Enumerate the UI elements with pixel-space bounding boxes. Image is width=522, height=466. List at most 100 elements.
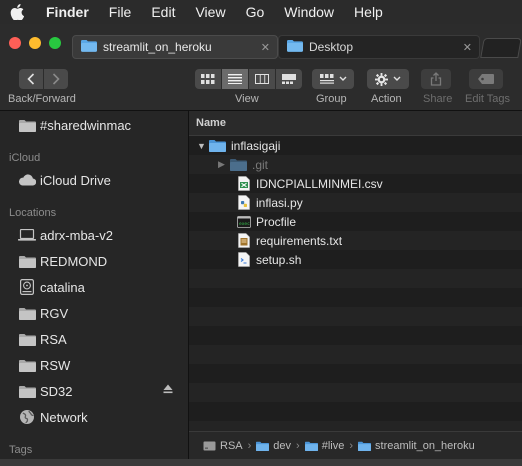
group-button[interactable]: [312, 69, 354, 89]
path-bar: RSA › dev › #live › streamlit_on_heroku: [189, 431, 522, 460]
menu-finder[interactable]: Finder: [46, 4, 89, 20]
sidebar-item-label: REDMOND: [40, 253, 108, 269]
new-tab-button[interactable]: [480, 38, 522, 58]
folder-icon: [358, 441, 372, 451]
path-segment-label: dev: [273, 440, 292, 452]
edit-tags-button[interactable]: [469, 69, 503, 89]
empty-row: [189, 307, 522, 326]
group-label: Group: [316, 93, 347, 105]
sidebar-item-network[interactable]: Network: [18, 407, 88, 427]
hard-drive-icon: [18, 279, 36, 295]
empty-row: [189, 421, 522, 431]
grid-icon: [201, 74, 215, 84]
sidebar-item-redmond[interactable]: REDMOND: [18, 251, 107, 271]
close-tab-icon[interactable]: ✕: [463, 41, 472, 54]
list-item[interactable]: setup.sh: [189, 250, 522, 269]
view-mode-control: [195, 69, 302, 89]
action-label: Action: [371, 93, 402, 105]
menu-file[interactable]: File: [109, 4, 132, 20]
folder-icon: [18, 305, 36, 321]
file-name: Procfile: [256, 214, 297, 229]
sidebar-header-tags: Tags: [9, 444, 33, 456]
share-icon: [430, 72, 442, 86]
sidebar: #sharedwinmac iCloud iCloud Drive Locati…: [0, 111, 189, 466]
column-header-name[interactable]: Name: [189, 111, 522, 136]
sidebar-header-icloud: iCloud: [9, 152, 41, 164]
path-segment-dev[interactable]: dev: [256, 440, 291, 452]
chevron-right-icon: ›: [296, 440, 300, 452]
cloud-icon: [18, 172, 36, 188]
sidebar-item-catalina[interactable]: catalina: [18, 277, 85, 297]
menu-window[interactable]: Window: [284, 4, 334, 20]
drive-icon: [203, 441, 216, 451]
sidebar-item-label: SD32: [40, 383, 73, 399]
menu-bar: Finder File Edit View Go Window Help: [0, 0, 522, 24]
menu-help[interactable]: Help: [354, 4, 383, 20]
list-view-button[interactable]: [222, 69, 249, 89]
path-segment-live[interactable]: #live: [304, 440, 344, 452]
sidebar-item-rsw[interactable]: RSW: [18, 355, 70, 375]
back-forward-label: Back/Forward: [8, 93, 76, 105]
path-segment-label: streamlit_on_heroku: [375, 440, 475, 452]
column-view-button[interactable]: [249, 69, 276, 89]
tab-streamlit-on-heroku[interactable]: streamlit_on_heroku ✕: [72, 35, 278, 59]
sidebar-item-rgv[interactable]: RGV: [18, 303, 68, 323]
sidebar-item-icloud-drive[interactable]: iCloud Drive: [18, 170, 111, 190]
empty-row: [189, 345, 522, 364]
chevron-right-icon: [52, 73, 60, 85]
sidebar-item-label: RSW: [40, 357, 71, 373]
list-item[interactable]: ▶ .git: [189, 155, 522, 174]
column-header-label: Name: [196, 117, 226, 129]
menu-go[interactable]: Go: [246, 4, 265, 20]
apple-menu-icon[interactable]: [10, 4, 28, 20]
folder-icon: [18, 331, 36, 347]
tab-label: Desktop: [309, 40, 354, 54]
folder-icon: [18, 357, 36, 373]
file-name: setup.sh: [256, 252, 302, 267]
chevron-right-icon: ›: [247, 440, 252, 452]
sidebar-item-label: RSA: [40, 331, 67, 347]
close-window-button[interactable]: [9, 37, 21, 49]
disclosure-expanded-icon[interactable]: ▼: [197, 141, 209, 151]
list-item[interactable]: ▼ inflasigaji: [189, 136, 522, 155]
menu-edit[interactable]: Edit: [151, 4, 175, 20]
file-list: Name ▼ inflasigaji ▶ .git IDNCPIALLMINME…: [189, 111, 522, 431]
forward-button[interactable]: [44, 69, 68, 89]
tab-desktop[interactable]: Desktop ✕: [278, 35, 480, 59]
view-label: View: [235, 93, 259, 105]
list-item[interactable]: IDNCPIALLMINMEI.csv: [189, 174, 522, 193]
sidebar-item-sd32[interactable]: SD32: [18, 381, 73, 401]
tag-icon: [478, 74, 494, 84]
path-segment-label: RSA: [220, 440, 243, 452]
minimize-window-button[interactable]: [29, 37, 41, 49]
close-tab-icon[interactable]: ✕: [261, 41, 270, 54]
eject-icon[interactable]: [163, 384, 173, 397]
sidebar-item-label: Network: [40, 409, 88, 425]
executable-file-icon: exec: [237, 214, 251, 229]
empty-row: [189, 269, 522, 288]
folder-icon: [18, 383, 36, 399]
sidebar-item-adrx-mba-v2[interactable]: adrx-mba-v2: [18, 225, 113, 245]
path-segment-streamlit-on-heroku[interactable]: streamlit_on_heroku: [358, 440, 475, 452]
list-item[interactable]: inflasi.py: [189, 193, 522, 212]
list-item[interactable]: requirements.txt: [189, 231, 522, 250]
chevron-down-icon: [339, 76, 346, 81]
tab-label: streamlit_on_heroku: [103, 40, 212, 54]
icon-view-button[interactable]: [195, 69, 222, 89]
share-button[interactable]: [421, 69, 451, 89]
action-button[interactable]: [367, 69, 409, 89]
zoom-window-button[interactable]: [49, 37, 61, 49]
path-segment-rsa[interactable]: RSA: [203, 440, 243, 452]
folder-icon: [230, 157, 247, 172]
disclosure-collapsed-icon[interactable]: ▶: [218, 159, 230, 170]
list-item[interactable]: exec Procfile: [189, 212, 522, 231]
csv-file-icon: [237, 176, 251, 191]
globe-icon: [18, 409, 36, 425]
folder-icon: [304, 441, 318, 451]
gallery-view-button[interactable]: [276, 69, 302, 89]
menu-view[interactable]: View: [195, 4, 225, 20]
back-button[interactable]: [19, 69, 43, 89]
svg-text:exec: exec: [239, 222, 250, 227]
sidebar-item-rsa[interactable]: RSA: [18, 329, 67, 349]
sidebar-item-sharedwinmac[interactable]: #sharedwinmac: [18, 115, 131, 135]
